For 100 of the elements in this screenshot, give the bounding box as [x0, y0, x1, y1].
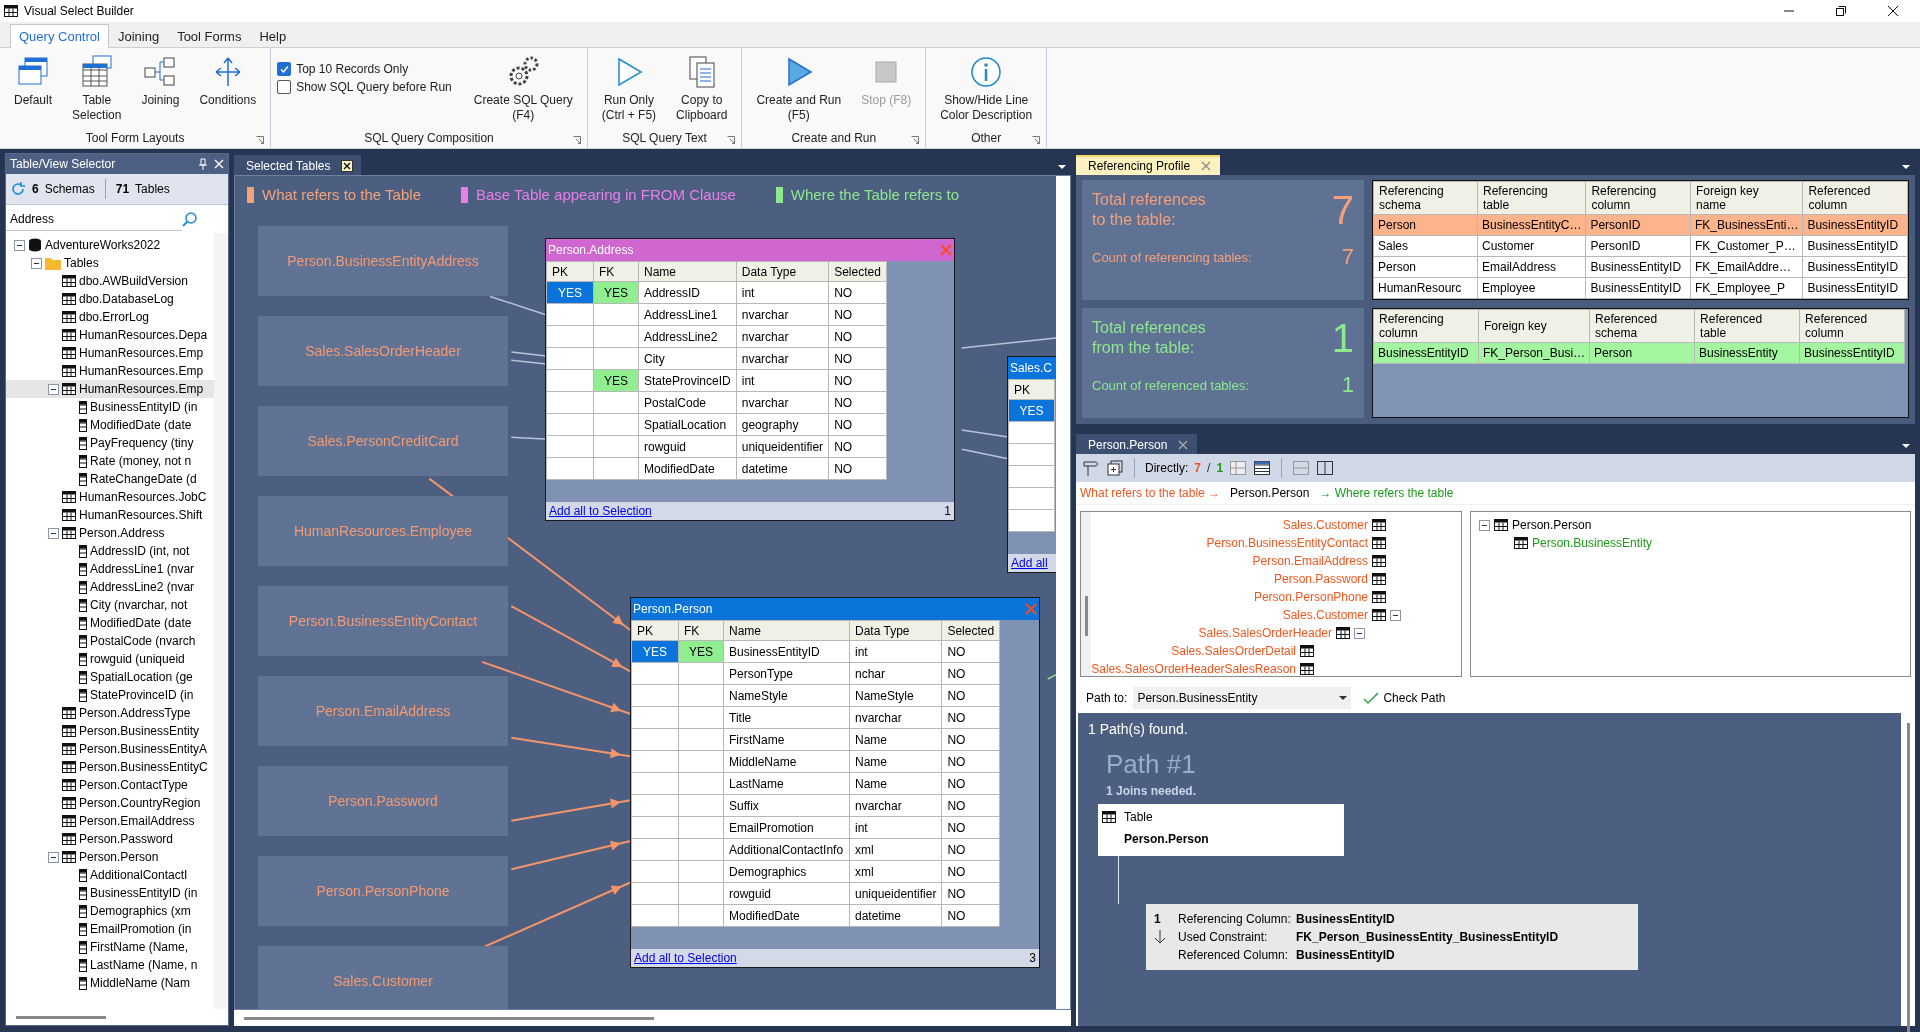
tree-item[interactable]: Person.Password: [6, 830, 214, 848]
tree-item[interactable]: rowguid (uniqueid: [6, 650, 214, 668]
collapse-icon[interactable]: [1390, 609, 1401, 621]
tree-item[interactable]: PayFrequency (tiny: [6, 434, 214, 452]
tree-item[interactable]: EmailPromotion (in: [6, 920, 214, 938]
tree-item[interactable]: HumanResources.Depa: [6, 326, 214, 344]
tree-item[interactable]: StateProvinceID (in: [6, 686, 214, 704]
tree-item[interactable]: Person.PersonPhone: [1091, 588, 1461, 606]
table-row[interactable]: HumanResourc Employee BusinessEntityID FK_Employee_P BusinessEntityID: [1373, 277, 1908, 299]
dropdown-icon[interactable]: [1901, 442, 1911, 450]
ribbon-button[interactable]: Copy to Clipboard: [668, 52, 736, 125]
tree-item[interactable]: Person.BusinessEntity: [1471, 534, 1910, 552]
ribbon-button[interactable]: Table Selection: [64, 52, 130, 125]
tree-item[interactable]: Person.EmailAddress: [6, 812, 214, 830]
tree-item[interactable]: dbo.DatabaseLog: [6, 290, 214, 308]
tree-item[interactable]: Person.Person: [1471, 516, 1910, 534]
tree-item[interactable]: LastName (Name, n: [6, 956, 214, 974]
collapse-icon[interactable]: [31, 257, 42, 269]
tree-item[interactable]: Sales.SalesOrderDetail: [1091, 642, 1461, 660]
collapse-icon[interactable]: [1354, 627, 1365, 639]
checkbox[interactable]: [277, 62, 292, 76]
tree-item[interactable]: dbo.ErrorLog: [6, 308, 214, 326]
split-vertical-icon[interactable]: [1316, 459, 1335, 477]
tree-item[interactable]: Person.BusinessEntity: [6, 722, 214, 740]
tree-item[interactable]: Person.Person: [6, 848, 214, 866]
ribbon-button[interactable]: Run Only (Ctrl + F5): [593, 52, 665, 125]
tree-item[interactable]: Person.ContactType: [6, 776, 214, 794]
search-icon[interactable]: [182, 211, 198, 227]
tree-item[interactable]: BusinessEntityID (in: [6, 884, 214, 902]
table-row[interactable]: Person EmailAddress BusinessEntityID FK_EmailAddre… BusinessEntityID: [1373, 256, 1908, 278]
tree-item[interactable]: Demographics (xm: [6, 902, 214, 920]
ribbon-button[interactable]: Create and Run (F5): [748, 52, 850, 125]
tree-item[interactable]: HumanResources.Emp: [6, 380, 214, 398]
document-tab[interactable]: Referencing Profile: [1076, 155, 1221, 175]
ribbon-button[interactable]: Conditions: [191, 52, 265, 110]
pin-icon[interactable]: [198, 158, 208, 170]
table-row[interactable]: Person BusinessEntityC… PersonID FK_BusinessEnti… BusinessEntityID: [1373, 214, 1908, 236]
checkbox-option[interactable]: Top 10 Records Only: [277, 62, 452, 76]
grid-icon[interactable]: [1253, 459, 1272, 477]
close-icon[interactable]: [340, 160, 353, 172]
ribbon-button[interactable]: Default: [6, 52, 61, 110]
tree-item[interactable]: Sales.SalesOrderHeaderSalesReason: [1091, 660, 1461, 676]
signpost-icon[interactable]: [1082, 459, 1100, 477]
collapse-icon[interactable]: [48, 851, 59, 863]
tree-item[interactable]: HumanResources.Shift: [6, 506, 214, 524]
refresh-icon[interactable]: [10, 181, 26, 197]
tree-item[interactable]: HumanResources.Emp: [6, 362, 214, 380]
tree-item[interactable]: AddressLine1 (nvar: [6, 560, 214, 578]
tree-item[interactable]: Person.BusinessEntityC: [6, 758, 214, 776]
tree-item[interactable]: Sales.Customer: [1091, 516, 1461, 534]
tree-item[interactable]: Rate (money, not n: [6, 452, 214, 470]
tree-item[interactable]: AdventureWorks2022: [6, 236, 214, 254]
add-all-link[interactable]: Add all to Selection: [549, 504, 652, 518]
tree-item[interactable]: AdditionalContactI: [6, 866, 214, 884]
table-row[interactable]: BusinessEntityID FK_Person_Busi… Person BusinessEntity BusinessEntityID: [1373, 342, 1905, 364]
tree-item[interactable]: Person.Address: [6, 524, 214, 542]
dialog-launcher-icon[interactable]: [1032, 136, 1041, 144]
tree-item[interactable]: MiddleName (Nam: [6, 974, 214, 992]
ribbon-tab[interactable]: Tool Forms: [168, 24, 251, 48]
tree-item[interactable]: ModifiedDate (date: [6, 614, 214, 632]
ribbon-tab[interactable]: Joining: [108, 24, 169, 48]
ribbon-button[interactable]: Create SQL Query (F4): [465, 52, 581, 125]
tree-item[interactable]: Tables: [6, 254, 214, 272]
tree-item[interactable]: City (nvarchar, not: [6, 596, 214, 614]
tree-item[interactable]: dbo.AWBuildVersion: [6, 272, 214, 290]
tree-item[interactable]: BusinessEntityID (in: [6, 398, 214, 416]
dialog-launcher-icon[interactable]: [256, 136, 265, 144]
check-path-button[interactable]: Check Path: [1357, 691, 1452, 705]
table-row[interactable]: Sales Customer PersonID FK_Customer_P… BusinessEntityID: [1373, 235, 1908, 257]
tree-item[interactable]: SpatialLocation (ge: [6, 668, 214, 686]
document-tab[interactable]: Person.Person: [1076, 434, 1198, 454]
table-dropdown[interactable]: Person.BusinessEntity: [1133, 687, 1352, 709]
add-all-link[interactable]: Add all to Selection: [634, 951, 737, 965]
collapse-icon[interactable]: [48, 383, 59, 395]
tree-item[interactable]: Person.BusinessEntityContact: [1091, 534, 1461, 552]
ribbon-button[interactable]: Joining: [133, 52, 188, 110]
tree-item[interactable]: FirstName (Name,: [6, 938, 214, 956]
ribbon-tab[interactable]: Query Control: [10, 24, 109, 48]
tree-item[interactable]: RateChangeDate (d: [6, 470, 214, 488]
tree-item[interactable]: Person.CountryRegion: [6, 794, 214, 812]
tree-item[interactable]: AddressID (int, not: [6, 542, 214, 560]
tree-item[interactable]: Person.Password: [1091, 570, 1461, 588]
dropdown-icon[interactable]: [1057, 163, 1067, 171]
dialog-launcher-icon[interactable]: [727, 136, 736, 144]
dialog-launcher-icon[interactable]: [911, 136, 920, 144]
collapse-icon[interactable]: [1479, 519, 1490, 531]
ribbon-button[interactable]: Show/Hide Line Color Description: [932, 52, 1041, 125]
collapse-icon[interactable]: [48, 527, 59, 539]
tree-item[interactable]: Sales.SalesOrderHeader: [1091, 624, 1461, 642]
dropdown-icon[interactable]: [1901, 163, 1911, 171]
tree-item[interactable]: HumanResources.Emp: [6, 344, 214, 362]
tree-item[interactable]: Person.BusinessEntityA: [6, 740, 214, 758]
tree-item[interactable]: Person.EmailAddress: [1091, 552, 1461, 570]
collapse-icon[interactable]: [14, 239, 25, 251]
copy-icon[interactable]: [1106, 459, 1124, 477]
dialog-launcher-icon[interactable]: [572, 136, 581, 144]
tree-item[interactable]: AddressLine2 (nvar: [6, 578, 214, 596]
tree-item[interactable]: PostalCode (nvarch: [6, 632, 214, 650]
checkbox[interactable]: [277, 80, 292, 94]
tree-item[interactable]: Person.AddressType: [6, 704, 214, 722]
